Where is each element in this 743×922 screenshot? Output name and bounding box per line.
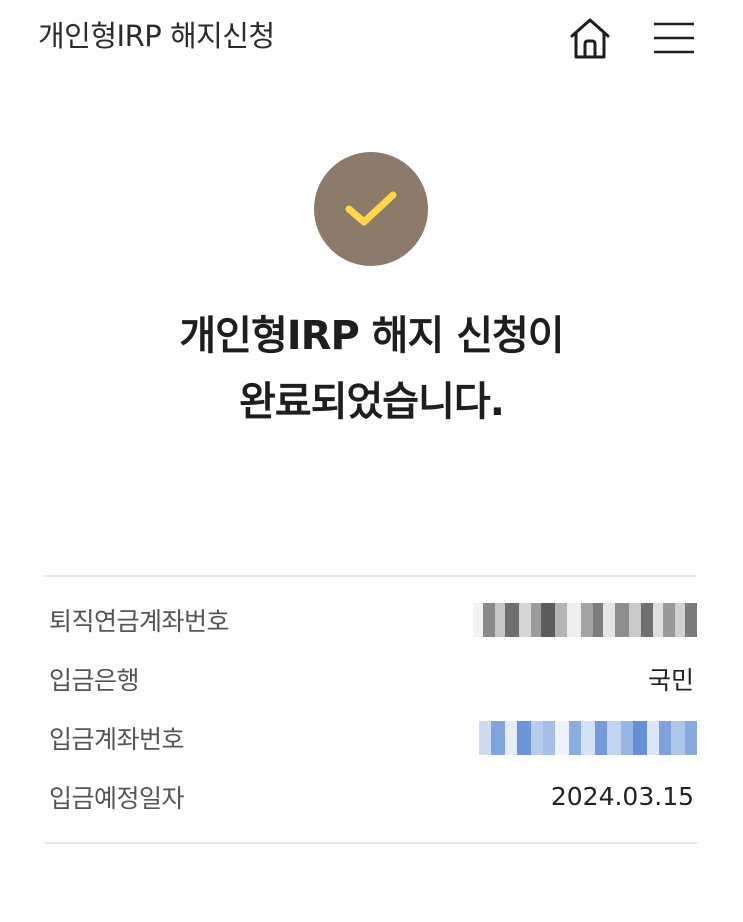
detail-label: 퇴직연금계좌번호 — [49, 606, 230, 636]
completion-message: 개인형IRP 해지 신청이 완료되었습니다. — [0, 303, 743, 435]
detail-value: 국민 — [647, 665, 694, 695]
detail-row-deposit-bank: 입금은행 국민 — [45, 649, 697, 708]
detail-row-pension-account: 퇴직연금계좌번호 — [45, 590, 697, 649]
masked-account-number — [473, 602, 697, 637]
menu-button[interactable] — [648, 12, 700, 64]
check-icon — [345, 191, 397, 226]
home-button[interactable] — [564, 12, 616, 64]
details-list: 퇴직연금계좌번호 입금은행 국민 입금계좌번호 입금예정일자 2024.03.1… — [45, 590, 697, 826]
detail-label: 입금계좌번호 — [49, 724, 185, 754]
success-badge — [314, 152, 428, 266]
detail-row-deposit-account: 입금계좌번호 — [45, 708, 697, 767]
divider-bottom — [45, 842, 697, 844]
divider-top — [45, 575, 697, 577]
hamburger-menu-icon — [654, 22, 694, 54]
completion-message-line1: 개인형IRP 해지 신청이 — [179, 313, 564, 359]
completion-message-line2: 완료되었습니다. — [239, 379, 505, 425]
masked-deposit-account — [479, 720, 697, 755]
detail-label: 입금은행 — [49, 665, 140, 695]
detail-label: 입금예정일자 — [49, 783, 185, 813]
page-title: 개인형IRP 해지신청 — [38, 19, 275, 53]
home-icon — [570, 18, 610, 59]
detail-row-deposit-date: 입금예정일자 2024.03.15 — [45, 767, 697, 826]
detail-value: 2024.03.15 — [550, 782, 694, 811]
app-header: 개인형IRP 해지신청 — [0, 0, 743, 76]
